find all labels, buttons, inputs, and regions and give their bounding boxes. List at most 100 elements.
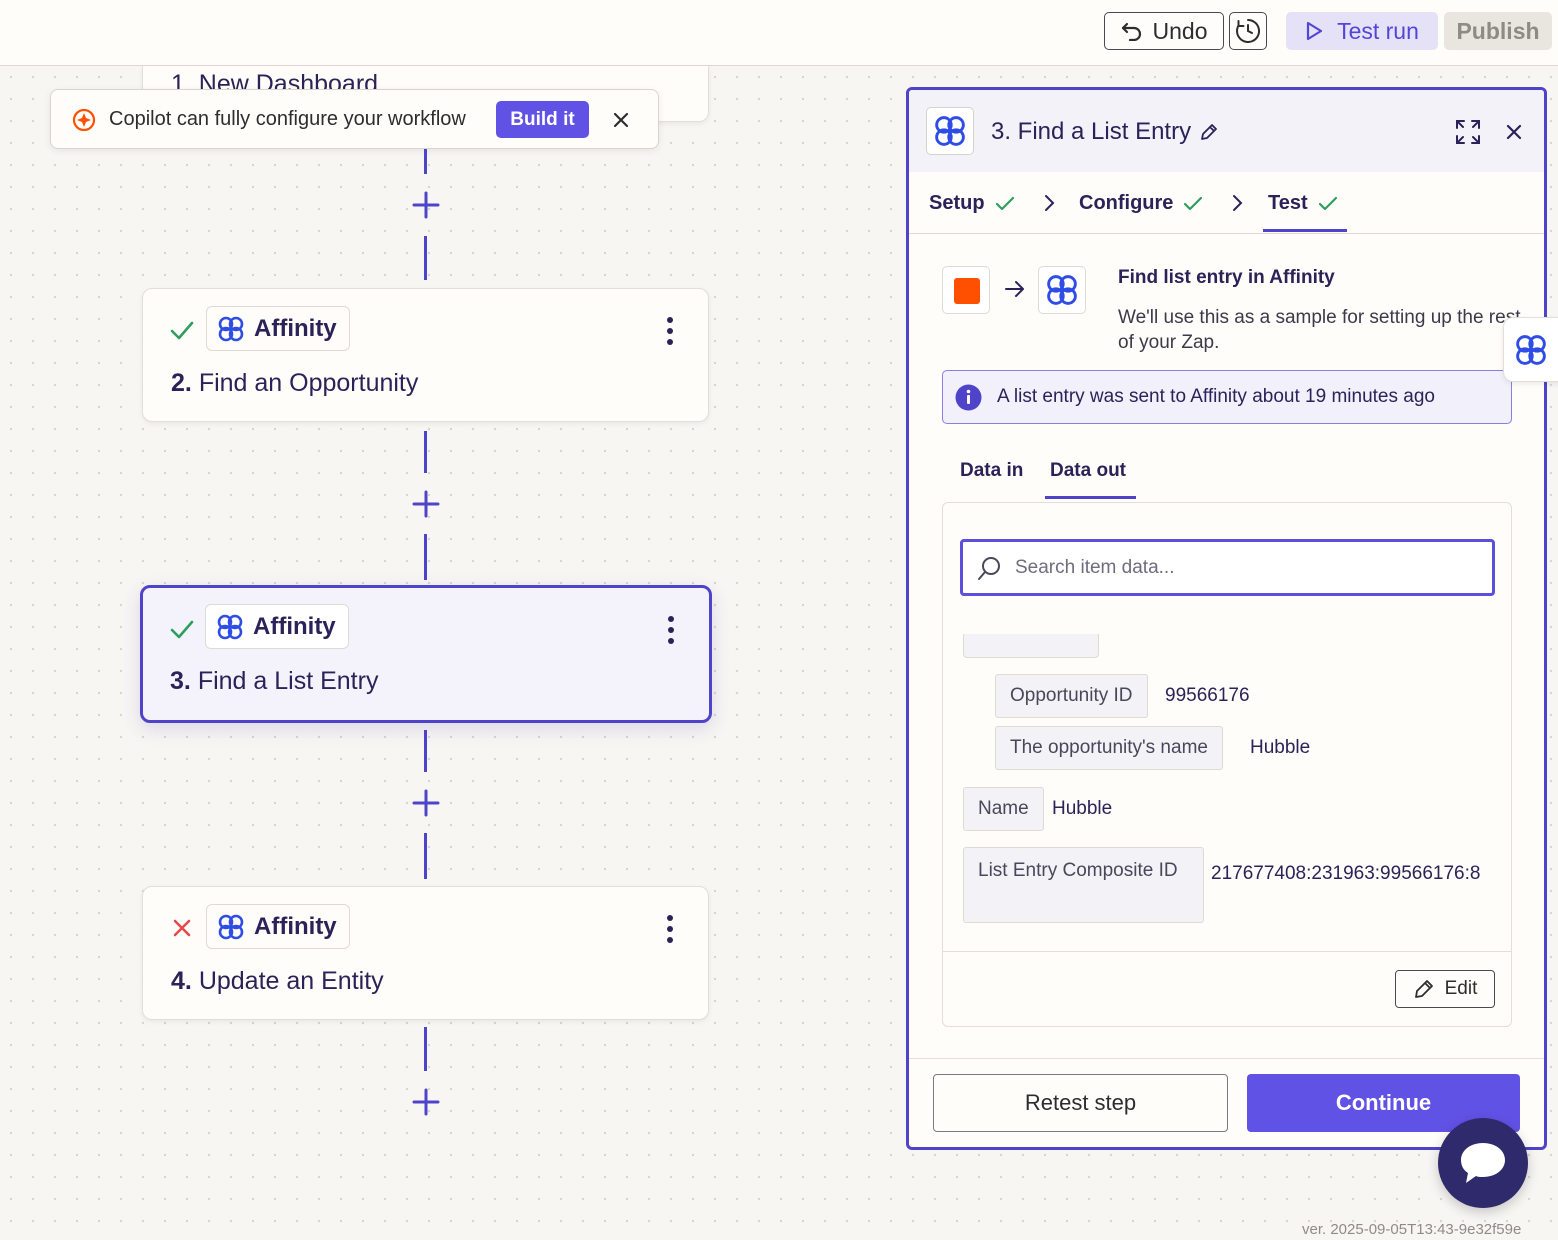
affinity-logo-icon (935, 116, 965, 146)
version-label: ver. 2025-09-05T13:43-9e32f59e (1302, 1221, 1522, 1238)
publish-button[interactable]: Publish (1444, 12, 1552, 50)
app-name: Affinity (254, 314, 337, 342)
step-title: 4. Update an Entity (171, 967, 384, 995)
tab-data-in[interactable]: Data in (960, 460, 1023, 482)
test-run-button[interactable]: Test run (1286, 12, 1438, 50)
divider (909, 1058, 1544, 1059)
version-history-button[interactable] (1229, 12, 1267, 50)
connector-line (424, 1027, 427, 1071)
add-step-plus-icon[interactable] (412, 490, 440, 518)
connector-line (424, 236, 427, 280)
add-step-plus-icon[interactable] (412, 191, 440, 219)
undo-button[interactable]: Undo (1104, 12, 1224, 50)
app-badge: Affinity (206, 904, 350, 949)
step-card-3[interactable]: Affinity 3. Find a List Entry (140, 585, 712, 723)
field-key: Name (963, 787, 1044, 831)
copilot-banner: Copilot can fully configure your workflo… (50, 89, 659, 149)
app-name: Affinity (253, 612, 336, 640)
tab-setup[interactable]: Setup (929, 192, 1015, 215)
panel-title: 3. Find a List Entry (991, 118, 1192, 145)
field-key: List Entry Composite ID (963, 847, 1204, 923)
app-name: Affinity (254, 912, 337, 940)
undo-label: Undo (1152, 17, 1208, 44)
affinity-logo-icon (217, 614, 243, 639)
error-x-icon (173, 919, 191, 937)
data-out-container: Opportunity ID 99566176 The opportunity'… (942, 502, 1512, 1027)
info-icon (955, 384, 982, 411)
copilot-message: Copilot can fully configure your workflo… (109, 108, 466, 130)
sample-title: Find list entry in Affinity (1118, 267, 1335, 288)
divider (943, 951, 1511, 952)
top-toolbar: Undo Test run Publish (0, 0, 1558, 66)
step-detail-panel: 3. Find a List Entry Setup Configure Tes… (906, 87, 1547, 1150)
chevron-right-icon (1233, 195, 1243, 211)
retest-step-button[interactable]: Retest step (933, 1074, 1228, 1132)
chat-support-button[interactable] (1438, 1118, 1528, 1208)
close-panel-icon[interactable] (1505, 123, 1523, 141)
info-banner: A list entry was sent to Affinity about … (942, 370, 1512, 424)
affinity-logo-icon (1516, 334, 1546, 365)
app-badge: Affinity (206, 306, 350, 351)
field-value: Hubble (1052, 798, 1113, 819)
field-key: The opportunity's name (995, 726, 1223, 770)
sample-description: We'll use this as a sample for setting u… (1118, 307, 1521, 353)
connector-line (424, 431, 427, 473)
step-card-4[interactable]: Affinity 4. Update an Entity (142, 886, 709, 1020)
add-step-plus-icon[interactable] (412, 789, 440, 817)
action-app-icon (1038, 266, 1086, 314)
search-icon (978, 557, 1000, 580)
step-title: 3. Find a List Entry (170, 667, 379, 695)
field-key: Opportunity ID (995, 674, 1148, 718)
panel-header: 3. Find a List Entry (909, 90, 1544, 172)
collapsed-field-key (963, 634, 1099, 658)
affinity-logo-icon (1047, 275, 1077, 305)
trigger-app-icon (942, 266, 990, 314)
copilot-icon (72, 108, 96, 132)
more-options-icon[interactable] (658, 315, 682, 347)
step-card-2[interactable]: Affinity 2. Find an Opportunity (142, 288, 709, 422)
app-icon (926, 107, 974, 155)
expand-icon[interactable] (1455, 119, 1481, 145)
chat-icon (1461, 1143, 1505, 1183)
field-value: 99566176 (1165, 685, 1250, 706)
check-icon (1318, 196, 1337, 210)
pencil-icon (1414, 980, 1433, 998)
app-badge: Affinity (205, 604, 349, 649)
check-icon (1184, 196, 1203, 210)
connector-line (424, 833, 427, 879)
add-step-plus-icon[interactable] (412, 1088, 440, 1116)
more-options-icon[interactable] (659, 614, 683, 646)
connector-line (424, 730, 427, 772)
check-icon (170, 620, 194, 639)
check-icon (170, 321, 194, 340)
test-run-label: Test run (1337, 17, 1419, 44)
info-message: A list entry was sent to Affinity about … (997, 386, 1435, 407)
field-value: 217677408:231963:99566176:8 (1211, 863, 1481, 884)
panel-tabs: Setup Configure Test (909, 172, 1544, 234)
tab-test[interactable]: Test (1268, 192, 1338, 215)
tab-data-out[interactable]: Data out (1050, 460, 1126, 482)
close-icon[interactable] (612, 111, 630, 129)
active-data-tab-indicator (1045, 496, 1136, 499)
active-tab-indicator (1263, 229, 1347, 232)
connector-line (424, 534, 427, 580)
undo-icon (1121, 22, 1141, 41)
affinity-logo-icon (218, 316, 244, 341)
zapier-square-icon (954, 278, 980, 304)
tab-configure[interactable]: Configure (1079, 192, 1203, 215)
step-title: 2. Find an Opportunity (171, 369, 419, 397)
edit-title-pencil-icon[interactable] (1199, 122, 1219, 142)
build-it-button[interactable]: Build it (496, 101, 589, 138)
app-sidebar-toggle[interactable] (1503, 317, 1558, 382)
edit-button[interactable]: Edit (1395, 970, 1495, 1008)
more-options-icon[interactable] (658, 913, 682, 945)
play-icon (1306, 21, 1323, 41)
search-field[interactable] (960, 539, 1495, 596)
history-icon (1236, 19, 1260, 43)
check-icon (995, 196, 1014, 210)
chevron-right-icon (1045, 195, 1055, 211)
affinity-logo-icon (218, 914, 244, 939)
field-value: Hubble (1250, 737, 1311, 758)
publish-label: Publish (1456, 17, 1540, 44)
search-input[interactable] (1015, 554, 1475, 582)
